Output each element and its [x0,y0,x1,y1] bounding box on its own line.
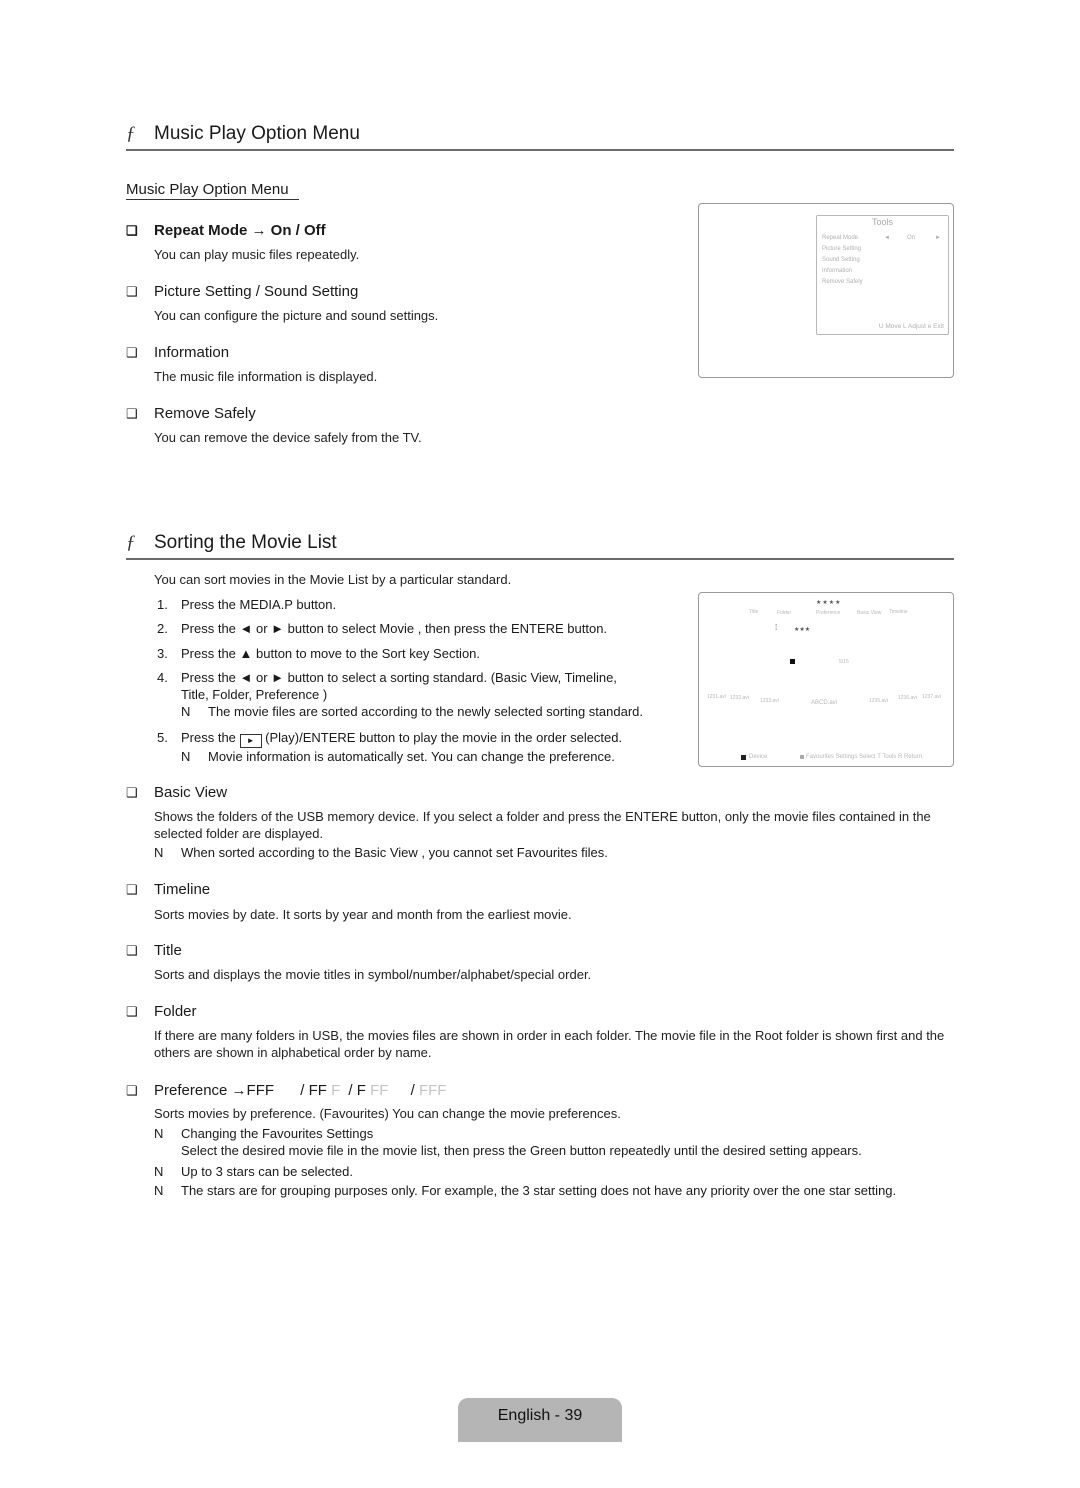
item-desc: You can play music files repeatedly. [154,247,360,262]
sort-tab-basic-view: Basic View [857,610,882,616]
tools-item: Remove Safely [822,279,863,285]
subsection-title: Music Play Option Menu [126,180,299,200]
item-title: ❑ Title [126,942,182,959]
note-icon: N [181,749,191,764]
item-desc: Sorts movies by preference. (Favourites)… [154,1106,621,1121]
tools-title: Tools [871,217,893,227]
file-counter: 5/15 [839,659,849,665]
footer-device: Device [749,754,768,760]
step-4: 4. Press the ◄ or ► button to select a so… [157,670,644,719]
selected-file-icon [790,659,795,664]
tools-item: Repeat Mode [822,235,859,241]
file-item: 1235.avi [869,698,888,704]
item-stars: ★★★ [794,627,811,633]
item-basic-view: ❑ Basic View [126,784,228,801]
star-level-0: FFF [418,1082,447,1099]
step-1: 1. Press the MEDIA.P button. [157,597,337,612]
item-note: N Changing the Favourites Settings Select… [154,1126,862,1158]
file-item: ABCD.avi [811,700,838,706]
note-icon: N [154,1164,164,1179]
section-title-music-play-option-menu: ƒ Music Play Option Menu [126,122,954,151]
star-level-2: FF [308,1082,327,1099]
section-bullet-icon: ƒ [126,532,136,553]
tools-item: Picture Setting [822,246,862,252]
section-bullet-icon: ƒ [126,123,136,144]
note-icon: N [154,1183,164,1198]
note-icon: N [154,1126,164,1141]
preference-stars: ★★★★ [816,600,842,606]
sort-tab-folder: Folder [777,610,792,616]
green-button-icon [800,755,804,759]
sort-tab-timeline: Timeline [889,609,908,615]
left-arrow-icon: ◄ [884,235,890,241]
step-5: 5. Press the ► (Play)/ENTERE button to pl… [157,730,623,764]
item-timeline: ❑ Timeline [126,881,211,898]
checkbox-icon: ❑ [126,1004,138,1019]
item-folder: ❑ Folder [126,1003,197,1020]
step-3: 3. Press the ▲ button to move to the Sort… [157,646,481,661]
checkbox-icon: ❑ [126,1083,138,1098]
item-information: ❑ Information [126,344,230,361]
checkbox-icon: ❑ [126,406,138,421]
item-desc: Sorts movies by date. It sorts by year a… [154,907,572,922]
sort-tab-preference: Preference [816,610,841,616]
item-preference: ❑ Preference →FFF / FF F / F FF / FFF [126,1082,447,1099]
file-item: 1237.avi [922,694,941,700]
item-desc: Sorts and displays the movie titles in s… [154,967,592,982]
checkbox-icon: ❑ [126,223,138,238]
device-icon [741,755,746,760]
item-desc: If there are many folders in USB, the mo… [154,1028,945,1060]
item-remove-safely: ❑ Remove Safely [126,405,256,422]
play-button-icon: ► [239,734,262,748]
star-level-3: FFF [246,1082,275,1099]
checkbox-icon: ❑ [126,345,138,360]
item-note: N Up to 3 stars can be selected. [154,1164,353,1179]
file-item: 1232.avi [730,695,749,701]
tools-menu: Tools Repeat Mode ◄ On ► Picture Setting… [816,215,949,335]
footer-controls: Favourites Settings Select T Tools R Ret… [806,754,923,760]
item-desc: You can remove the device safely from th… [154,430,422,445]
tools-footer: U Move L Adjust e Exit [878,323,944,330]
checkbox-icon: ❑ [126,882,138,897]
file-item: 1233.avi [760,698,779,704]
cursor-icon: ⁞ [775,623,778,632]
item-picture-sound-setting: ❑ Picture Setting / Sound Setting [126,283,359,300]
item-repeat-mode: ❑ Repeat Mode → On / Off [126,222,326,239]
item-note: N When sorted according to the Basic View… [154,845,608,860]
section-intro: You can sort movies in the Movie List by… [154,572,512,587]
note-icon: N [154,845,164,860]
tools-item: Information [822,268,853,274]
item-desc: The music file information is displayed. [154,369,378,384]
tools-item: Sound Setting [822,257,860,263]
file-item: 1231.avi [707,694,726,700]
repeat-value: On [907,235,916,241]
movie-list-screen-illustration: ★★★★ Title Folder Preference Basic View … [698,592,954,767]
checkbox-icon: ❑ [126,943,138,958]
step-note: The movie files are sorted according to … [208,704,644,719]
sort-tab-title: Title [749,609,759,615]
page-number-tab: English - 39 [458,1398,622,1442]
checkbox-icon: ❑ [126,785,138,800]
note-icon: N [181,704,191,719]
file-item: 1236.avi [898,695,917,701]
right-arrow-icon: ► [935,235,941,241]
step-note: Movie information is automatically set. … [208,749,615,764]
step-2: 2. Press the ◄ or ► button to select Movi… [157,621,608,636]
item-desc: You can configure the picture and sound … [154,308,439,323]
tools-screen-illustration: Tools Repeat Mode ◄ On ► Picture Setting… [698,203,954,378]
checkbox-icon: ❑ [126,284,138,299]
item-note: N The stars are for grouping purposes onl… [154,1183,897,1198]
section-title-sorting-movie-list: ƒ Sorting the Movie List [126,531,954,560]
item-desc: Shows the folders of the USB memory devi… [154,809,931,841]
star-level-1: F [356,1082,366,1099]
